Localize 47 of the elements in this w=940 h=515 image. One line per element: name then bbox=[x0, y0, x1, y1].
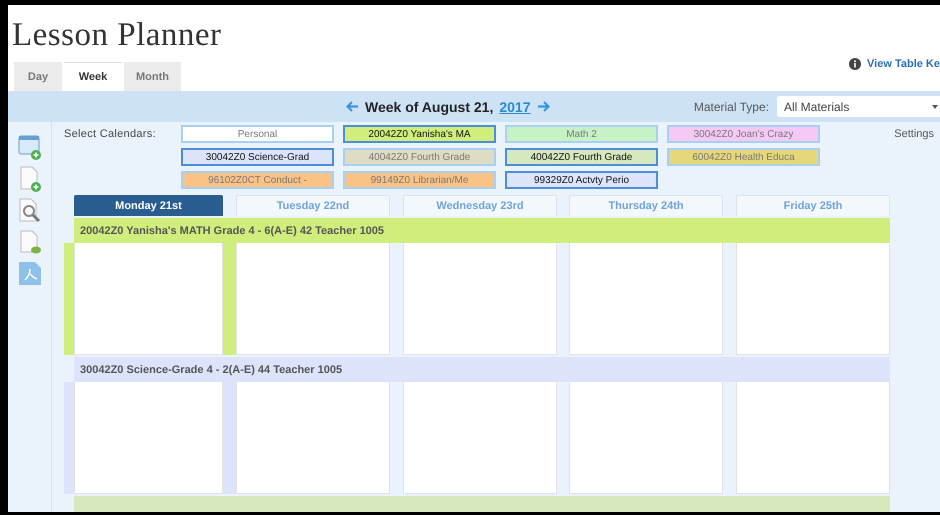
calendar-chip[interactable]: 20042Z0 Yanisha's MA bbox=[343, 125, 496, 143]
lesson-cell[interactable] bbox=[736, 243, 890, 355]
lesson-cell[interactable] bbox=[569, 382, 723, 494]
week-label: Week of August 21, bbox=[365, 98, 494, 114]
lesson-cell[interactable] bbox=[74, 382, 223, 494]
next-week-icon[interactable] bbox=[536, 101, 550, 112]
lesson-cell[interactable] bbox=[569, 243, 723, 355]
lesson-cell[interactable] bbox=[403, 243, 557, 355]
calendar-chip[interactable]: 30042Z0 Science-Grad bbox=[181, 148, 334, 166]
view-tab[interactable]: Month bbox=[124, 62, 181, 91]
calendar-chip[interactable]: Math 2 bbox=[505, 125, 658, 143]
document-icon[interactable] bbox=[18, 230, 42, 254]
class-title: 30042Z0 Science-Grade 4 - 2(A-E) 44 Teacher 1005 bbox=[80, 364, 342, 376]
add-document-icon[interactable] bbox=[18, 166, 42, 192]
day-header-tab[interactable]: Thursday 24th bbox=[569, 195, 723, 216]
class-title: 20042Z0 Yanisha's MATH Grade 4 - 6(A-E) 42 Teacher 1005 bbox=[80, 224, 384, 236]
calendar-chip[interactable]: 99149Z0 Librarian/Me bbox=[343, 171, 496, 189]
calendar-chip[interactable]: 60042Z0 Health Educa bbox=[667, 148, 820, 166]
info-icon bbox=[849, 58, 862, 70]
caret-icon bbox=[932, 104, 938, 108]
calendar-chip[interactable]: 96102Z0CT Conduct - bbox=[181, 171, 334, 189]
lesson-cell[interactable] bbox=[236, 382, 390, 494]
day-header-tab[interactable]: Wednesday 23rd bbox=[403, 195, 557, 216]
pdf-icon[interactable] bbox=[16, 260, 42, 286]
calendar-chip[interactable]: 99329Z0 Actvty Perio bbox=[505, 171, 658, 189]
settings-link[interactable]: Settings bbox=[894, 125, 934, 140]
previous-week-icon[interactable] bbox=[346, 101, 359, 112]
material-type-select[interactable]: All Materials bbox=[777, 96, 940, 117]
add-calendar-icon[interactable] bbox=[18, 134, 42, 160]
day-header-tab[interactable]: Tuesday 22nd bbox=[236, 195, 390, 216]
view-tab[interactable]: Day bbox=[14, 62, 62, 91]
lesson-cell[interactable] bbox=[736, 382, 890, 494]
year-link[interactable]: 2017 bbox=[499, 98, 531, 114]
day-header-tab[interactable]: Monday 21st bbox=[74, 195, 223, 216]
lesson-cell[interactable] bbox=[236, 243, 390, 355]
view-table-key-link[interactable]: View Table Ke bbox=[849, 58, 940, 70]
lesson-cell[interactable] bbox=[74, 243, 223, 355]
day-header-tab[interactable]: Friday 25th bbox=[736, 195, 890, 216]
material-type-label: Material Type: bbox=[694, 100, 769, 114]
calendar-chip[interactable]: 40042Z0 Fourth Grade bbox=[505, 148, 658, 166]
page-title: Lesson Planner bbox=[11, 16, 223, 55]
search-document-icon[interactable] bbox=[16, 198, 42, 224]
select-calendars-label: Select Calendars: bbox=[64, 127, 157, 140]
calendar-chip[interactable]: 40042Z0 Fourth Grade bbox=[343, 148, 496, 166]
calendar-chip[interactable]: Personal bbox=[181, 125, 334, 143]
calendar-chip[interactable]: 30042Z0 Joan's Crazy bbox=[667, 125, 820, 143]
lesson-cell[interactable] bbox=[403, 382, 557, 494]
